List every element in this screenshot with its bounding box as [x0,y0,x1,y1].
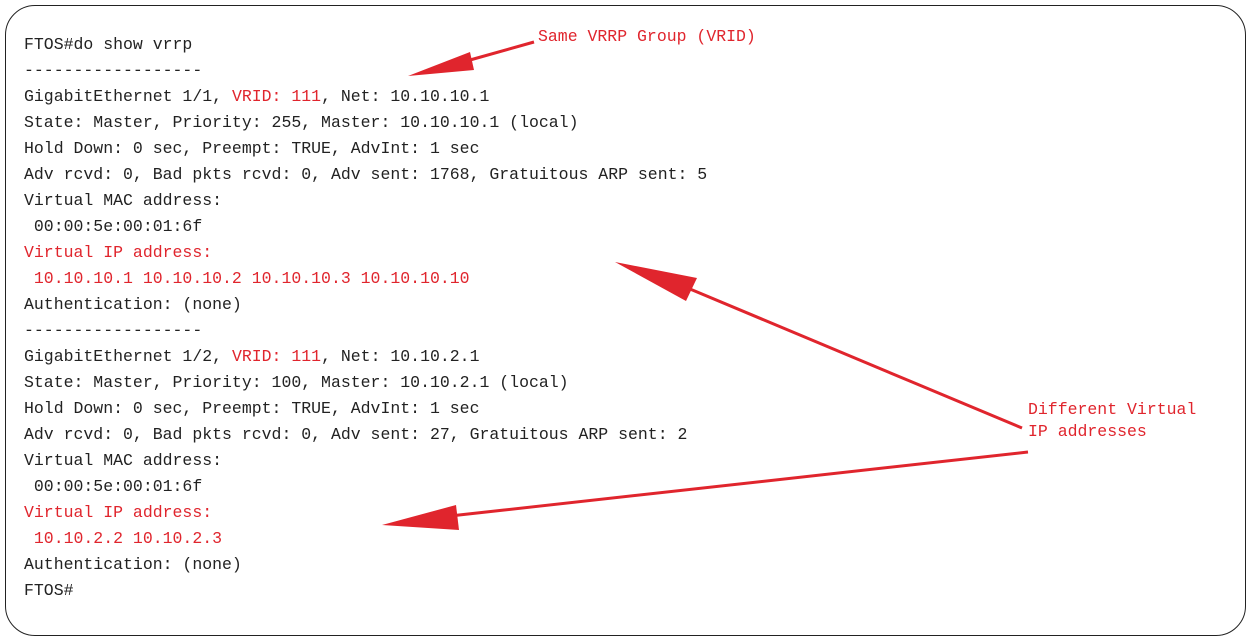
arrowhead-vip-2 [382,505,459,530]
arrowhead-vrid [408,52,474,76]
arrowhead-vip-1 [615,262,697,301]
arrow-to-vip-1 [689,287,1023,430]
annotation-arrows [382,40,1029,530]
arrow-to-vip-2 [449,450,1029,518]
arrow-to-vrid [469,40,535,62]
